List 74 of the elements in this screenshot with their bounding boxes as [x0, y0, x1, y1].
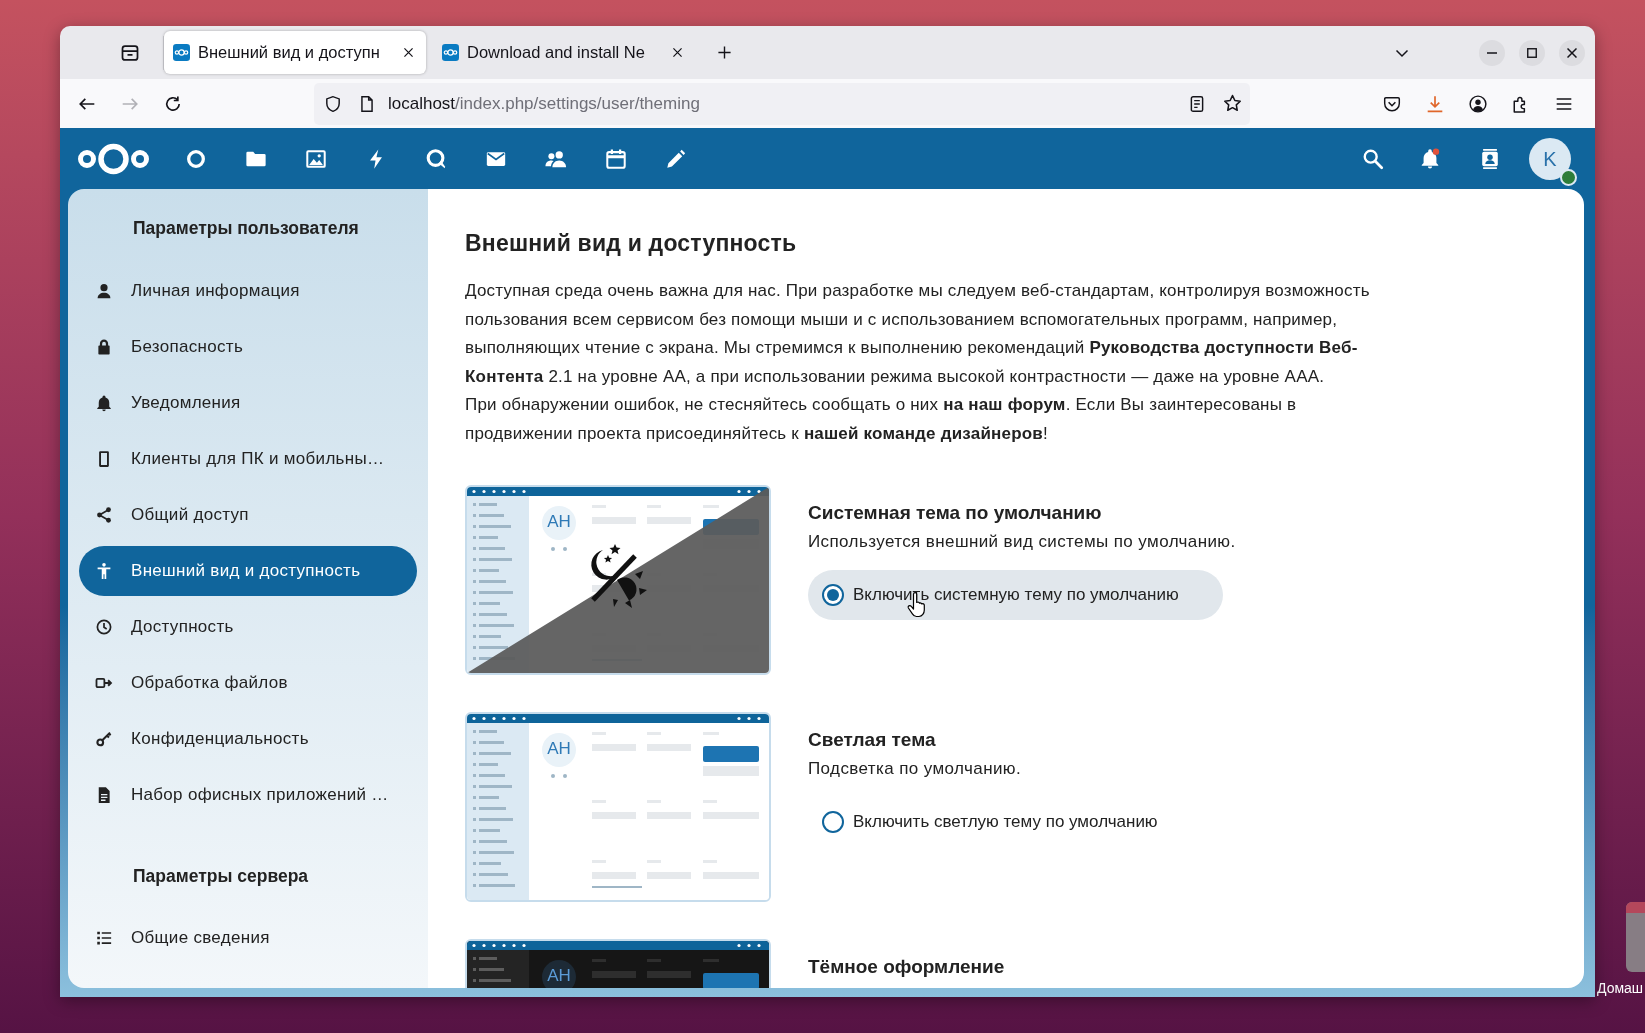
theme-preview[interactable]: AH: [465, 939, 771, 988]
theme-title: Системная тема по умолчанию: [808, 501, 1102, 525]
sidebar-item[interactable]: Конфиденциальность: [79, 714, 417, 764]
reader-icon[interactable]: [1188, 94, 1206, 113]
list-icon: [95, 929, 113, 947]
shield-icon[interactable]: [324, 94, 342, 113]
sidebar-item[interactable]: Внешний вид и доступность: [79, 546, 417, 596]
logo-icon[interactable]: [77, 141, 150, 176]
minimize-icon: [1487, 51, 1497, 54]
sidebar-item[interactable]: Общие сведения: [79, 913, 417, 963]
avatar-initials: AH: [546, 739, 572, 759]
avatar-initials: AH: [546, 512, 572, 532]
contacts-icon[interactable]: [1479, 147, 1501, 170]
url-text: localhost/index.php/settings/user/theming: [388, 92, 700, 115]
theme-description: Подсветка по умолчанию.: [808, 758, 1022, 780]
ring-icon[interactable]: [185, 147, 207, 170]
plus-icon[interactable]: [717, 45, 732, 60]
maximize-icon: [1527, 47, 1537, 58]
theme-radio-option[interactable]: Включить системную тему по умолчанию: [808, 570, 1223, 620]
account-icon[interactable]: [1469, 94, 1487, 113]
sidebar-item[interactable]: Набор офисных приложений …: [79, 770, 417, 820]
theme-radio-option[interactable]: Включить светлую тему по умолчанию: [808, 797, 1202, 847]
intro-paragraph: Доступная среда очень важна для нас. При разработке мы следуем веб-стандартам, контролируя возможность пользования всем сервисом без помощи мыши и с использованием вспомогательных программ, например, выполняющих чтение с экрана. Мы стремимся к выполнению рекомендаций Руководства доступности Веб-Контента 2.1 на уровне AA, а при использовании режима высокой контрастности — даже на уровне AAA.: [465, 280, 1371, 388]
intro-paragraph: При обнаружении ошибок, не стесняйтесь сообщать о них на наш форум. Если Вы заинтересованы в продвижении проекта присоединяйтесь к нашей команде дизайнеров!: [465, 394, 1298, 445]
sidebar-item[interactable]: Уведомления: [79, 378, 417, 428]
section-heading: Параметры пользователя: [133, 217, 360, 240]
sidebar-item[interactable]: Доступность: [79, 602, 417, 652]
search-icon[interactable]: [1362, 147, 1384, 170]
pencil-icon[interactable]: [665, 147, 687, 170]
calendar-icon[interactable]: [605, 147, 627, 170]
close-icon: [1567, 47, 1577, 58]
close-icon[interactable]: [402, 46, 415, 59]
rings-favicon-icon: [173, 44, 190, 61]
clock-icon: [95, 618, 113, 636]
reload-icon[interactable]: [164, 94, 182, 113]
minimize-button[interactable]: [1479, 39, 1505, 66]
maximize-button[interactable]: [1519, 39, 1545, 66]
sidebar-item[interactable]: Безопасность: [79, 322, 417, 372]
image-icon[interactable]: [305, 147, 327, 170]
close-button[interactable]: [1559, 39, 1585, 66]
theme-description: Используется внешний вид системы по умолчанию.: [808, 531, 1236, 553]
chat-bubble-icon[interactable]: [425, 147, 447, 170]
user-avatar[interactable]: K: [1529, 137, 1571, 180]
bell-icon: [95, 394, 113, 412]
download-icon[interactable]: [1426, 94, 1444, 113]
sidebar-item[interactable]: Клиенты для ПК и мобильны…: [79, 434, 417, 484]
radio-button[interactable]: [822, 811, 844, 833]
sidebar-item[interactable]: Общий доступ: [79, 490, 417, 540]
star-icon[interactable]: [1223, 94, 1242, 113]
bell-icon[interactable]: [1419, 147, 1441, 170]
theme-title: Тёмное оформление: [808, 955, 1005, 979]
desktop-icon-label: Домаш: [1597, 979, 1644, 997]
browser-tab[interactable]: Внешний вид и доступн: [164, 31, 426, 74]
pocket-icon[interactable]: [1383, 94, 1401, 113]
theme-title: Светлая тема: [808, 728, 936, 752]
close-icon[interactable]: [671, 46, 684, 59]
page-icon[interactable]: [358, 94, 376, 113]
page-title: Внешний вид и доступность: [465, 229, 798, 257]
accessibility-icon: [95, 562, 113, 580]
sidebar-item[interactable]: Обработка файлов: [79, 658, 417, 708]
theme-preview[interactable]: AH: [465, 485, 771, 675]
theme-preview[interactable]: AH: [465, 712, 771, 902]
address-field[interactable]: localhost/index.php/settings/user/theming: [314, 82, 1250, 125]
rings-favicon-icon: [442, 44, 459, 61]
browser-tab[interactable]: Download and install Ne: [433, 31, 695, 74]
share-icon: [95, 506, 113, 524]
person-icon: [95, 282, 113, 300]
box-icon[interactable]: [120, 42, 140, 63]
section-heading: Параметры сервера: [133, 865, 310, 888]
lock-icon: [95, 338, 113, 356]
radio-button[interactable]: [822, 584, 844, 606]
key-icon: [95, 730, 113, 748]
avatar-initials: AH: [546, 966, 572, 986]
sidebar-item[interactable]: Личная информация: [79, 266, 417, 316]
